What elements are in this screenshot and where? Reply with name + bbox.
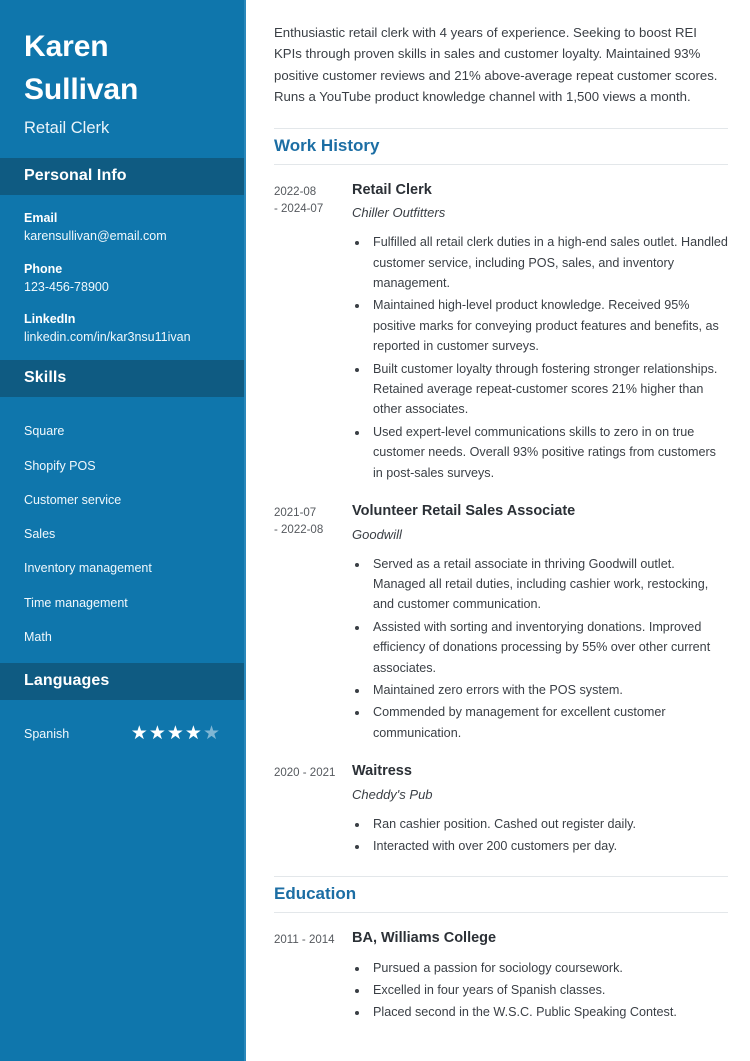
bullet-item: Assisted with sorting and inventorying d…	[369, 617, 728, 678]
language-name: Spanish	[24, 726, 70, 741]
education-entry: 2011 - 2014 BA, Williams College Pursued…	[274, 929, 728, 1025]
contact-label-linkedin: LinkedIn	[24, 312, 76, 327]
work-entry-title: Volunteer Retail Sales Associate	[352, 502, 576, 519]
date-end: - 2024-07	[274, 202, 324, 215]
languages-header: Languages	[0, 663, 244, 700]
contact-value-phone[interactable]: 123-456-78900	[24, 279, 220, 296]
skill-item: Time management	[24, 595, 128, 610]
work-entry-body: Retail Clerk Chiller Outfitters Fulfille…	[352, 181, 728, 485]
skills-header: Skills	[0, 360, 244, 398]
bullet-item: Built customer loyalty through fostering…	[369, 359, 728, 420]
education-heading: Education	[274, 875, 728, 913]
work-entry-dates: 2021-07 - 2022-08	[274, 502, 352, 745]
contact-item-phone: Phone 123-456-78900	[24, 262, 220, 296]
name-block: Karen Sullivan Retail Clerk	[0, 0, 244, 158]
last-name: Sullivan	[24, 72, 139, 106]
contact-item-linkedin: LinkedIn linkedin.com/in/kar3nsu11ivan	[24, 312, 220, 346]
work-entry-bullets: Ran cashier position. Cashed out registe…	[352, 814, 728, 857]
work-entry-organization: Goodwill	[352, 526, 402, 542]
language-rating-stars: ★ ★ ★ ★ ★	[131, 724, 220, 743]
job-title: Retail Clerk	[24, 119, 110, 138]
star-empty-icon: ★	[202, 723, 220, 744]
education-entry-bullets: Pursued a passion for sociology coursewo…	[352, 958, 728, 1023]
bullet-item: Ran cashier position. Cashed out registe…	[369, 814, 728, 834]
bullet-item: Placed second in the W.S.C. Public Speak…	[369, 1002, 728, 1022]
star-filled-icon: ★	[166, 723, 184, 744]
contact-item-email: Email karensullivan@email.com	[24, 211, 220, 245]
main-content: Enthusiastic retail clerk with 4 years o…	[246, 0, 750, 1061]
date-start: 2020 - 2021	[274, 767, 336, 780]
work-entry: 2020 - 2021 Waitress Cheddy's Pub Ran ca…	[274, 762, 728, 859]
personal-info-body: Email karensullivan@email.com Phone 123-…	[0, 195, 244, 361]
work-history-heading: Work History	[274, 127, 728, 165]
contact-label-email: Email	[24, 210, 58, 225]
star-filled-icon: ★	[148, 723, 166, 744]
star-filled-icon: ★	[130, 723, 148, 744]
education-entry-body: BA, Williams College Pursued a passion f…	[352, 929, 728, 1025]
date-start: 2011 - 2014	[274, 933, 335, 946]
personal-info-header: Personal Info	[0, 157, 244, 195]
contact-value-linkedin[interactable]: linkedin.com/in/kar3nsu11ivan	[24, 329, 220, 346]
languages-body: Spanish ★ ★ ★ ★ ★	[0, 700, 244, 753]
star-filled-icon: ★	[184, 723, 202, 744]
bullet-item: Pursued a passion for sociology coursewo…	[369, 958, 728, 978]
work-entry: 2022-08 - 2024-07 Retail Clerk Chiller O…	[274, 181, 728, 485]
section-education: Education 2011 - 2014 BA, Williams Colle…	[274, 875, 728, 1025]
skill-item: Sales	[24, 527, 56, 541]
skills-body: Square Shopify POS Customer service Sale…	[0, 397, 244, 663]
bullet-item: Maintained zero errors with the POS syst…	[369, 680, 728, 700]
date-start: 2021-07	[274, 506, 317, 519]
work-entry-body: Waitress Cheddy's Pub Ran cashier positi…	[352, 762, 728, 859]
bullet-item: Served as a retail associate in thriving…	[369, 554, 728, 615]
work-entry-bullets: Fulfilled all retail clerk duties in a h…	[352, 232, 728, 483]
skill-item: Customer service	[24, 492, 122, 507]
work-entry: 2021-07 - 2022-08 Volunteer Retail Sales…	[274, 502, 728, 745]
contact-label-phone: Phone	[24, 261, 63, 276]
work-entry-bullets: Served as a retail associate in thriving…	[352, 554, 728, 744]
bullet-item: Used expert-level communications skills …	[369, 422, 728, 483]
resume-document: Karen Sullivan Retail Clerk Personal Inf…	[0, 0, 750, 1061]
skill-item: Square	[24, 424, 65, 439]
work-entry-dates: 2022-08 - 2024-07	[274, 181, 352, 485]
professional-summary: Enthusiastic retail clerk with 4 years o…	[274, 25, 718, 105]
education-entry-title: BA, Williams College	[352, 929, 497, 946]
bullet-item: Interacted with over 200 customers per d…	[369, 836, 728, 856]
work-entry-organization: Chiller Outfitters	[352, 205, 446, 221]
contact-value-email[interactable]: karensullivan@email.com	[24, 228, 220, 245]
work-entry-organization: Cheddy's Pub	[352, 787, 433, 803]
skill-item: Shopify POS	[24, 458, 96, 473]
date-end: - 2022-08	[274, 524, 324, 537]
skill-item: Math	[24, 629, 52, 644]
bullet-item: Maintained high-level product knowledge.…	[369, 295, 728, 356]
bullet-item: Excelled in four years of Spanish classe…	[369, 980, 728, 1000]
bullet-item: Fulfilled all retail clerk duties in a h…	[369, 232, 728, 293]
sidebar: Karen Sullivan Retail Clerk Personal Inf…	[0, 0, 246, 1061]
work-entry-body: Volunteer Retail Sales Associate Goodwil…	[352, 502, 728, 745]
skills-list: Square Shopify POS Customer service Sale…	[24, 413, 220, 653]
section-work-history: Work History 2022-08 - 2024-07 Retail Cl…	[274, 127, 728, 859]
education-entry-dates: 2011 - 2014	[274, 929, 352, 1025]
work-entry-title: Waitress	[352, 763, 412, 780]
bullet-item: Commended by management for excellent cu…	[369, 702, 728, 743]
language-row: Spanish ★ ★ ★ ★ ★	[24, 716, 220, 743]
date-start: 2022-08	[274, 185, 317, 198]
skill-item: Inventory management	[24, 561, 152, 576]
first-name: Karen	[24, 30, 109, 63]
work-entry-dates: 2020 - 2021	[274, 762, 352, 859]
work-entry-title: Retail Clerk	[352, 181, 432, 198]
